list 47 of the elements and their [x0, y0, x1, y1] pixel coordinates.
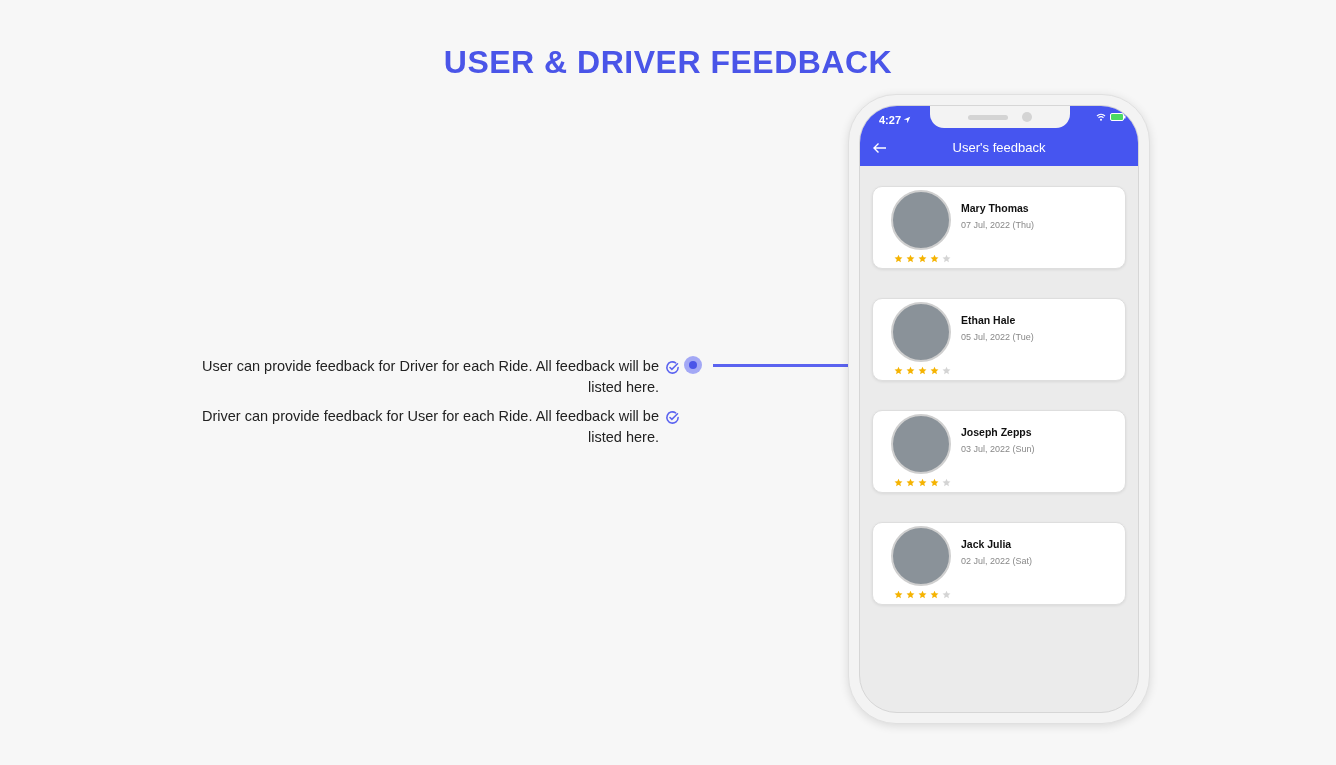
star-icon [894, 590, 903, 599]
star-icon [918, 254, 927, 263]
star-icon [906, 366, 915, 375]
review-date: 07 Jul, 2022 (Thu) [961, 218, 1035, 232]
star-icon [894, 478, 903, 487]
star-icon [930, 254, 939, 263]
star-icon [930, 590, 939, 599]
location-arrow-icon [903, 116, 911, 125]
avatar-placeholder [891, 302, 951, 362]
feedback-card[interactable]: Mary Thomas 07 Jul, 2022 (Thu) [872, 186, 1126, 269]
check-circle-icon [665, 360, 680, 375]
reviewer-name: Jack Julia [961, 537, 1013, 552]
reviewer-name: Mary Thomas [961, 201, 1030, 216]
star-icon [906, 478, 915, 487]
star-icon [942, 590, 951, 599]
star-icon [918, 478, 927, 487]
feedback-card[interactable]: Jack Julia 02 Jul, 2022 (Sat) [872, 522, 1126, 605]
avatar-placeholder [891, 190, 951, 250]
back-arrow-icon[interactable] [872, 142, 887, 154]
avatar-placeholder [891, 414, 951, 474]
review-date: 02 Jul, 2022 (Sat) [961, 554, 1033, 568]
star-icon [918, 366, 927, 375]
review-date: 03 Jul, 2022 (Sun) [961, 442, 1035, 456]
star-icon [906, 254, 915, 263]
screen-title: User's feedback [951, 139, 1047, 158]
feature-text: User can provide feedback for Driver for each Ride. All feedback will be listed here. [201, 357, 659, 397]
reviewer-name: Ethan Hale [961, 313, 1017, 328]
feedback-card[interactable]: Ethan Hale 05 Jul, 2022 (Tue) [872, 298, 1126, 381]
star-icon [918, 590, 927, 599]
star-icon [942, 254, 951, 263]
status-time: 4:27 [879, 113, 901, 128]
battery-icon [1110, 113, 1126, 121]
review-date: 05 Jul, 2022 (Tue) [961, 330, 1034, 344]
star-icon [942, 478, 951, 487]
reviewer-name: Joseph Zepps [961, 425, 1033, 440]
star-icon [942, 366, 951, 375]
star-icon [930, 366, 939, 375]
check-circle-icon [665, 410, 680, 425]
page-title: USER & DRIVER FEEDBACK [443, 43, 893, 82]
feature-text: Driver can provide feedback for User for each Ride. All feedback will be listed here. [201, 407, 659, 447]
avatar-placeholder [891, 526, 951, 586]
star-icon [930, 478, 939, 487]
feedback-card[interactable]: Joseph Zepps 03 Jul, 2022 (Sun) [872, 410, 1126, 493]
star-icon [894, 366, 903, 375]
wifi-icon [1096, 113, 1106, 121]
star-icon [906, 590, 915, 599]
star-icon [894, 254, 903, 263]
